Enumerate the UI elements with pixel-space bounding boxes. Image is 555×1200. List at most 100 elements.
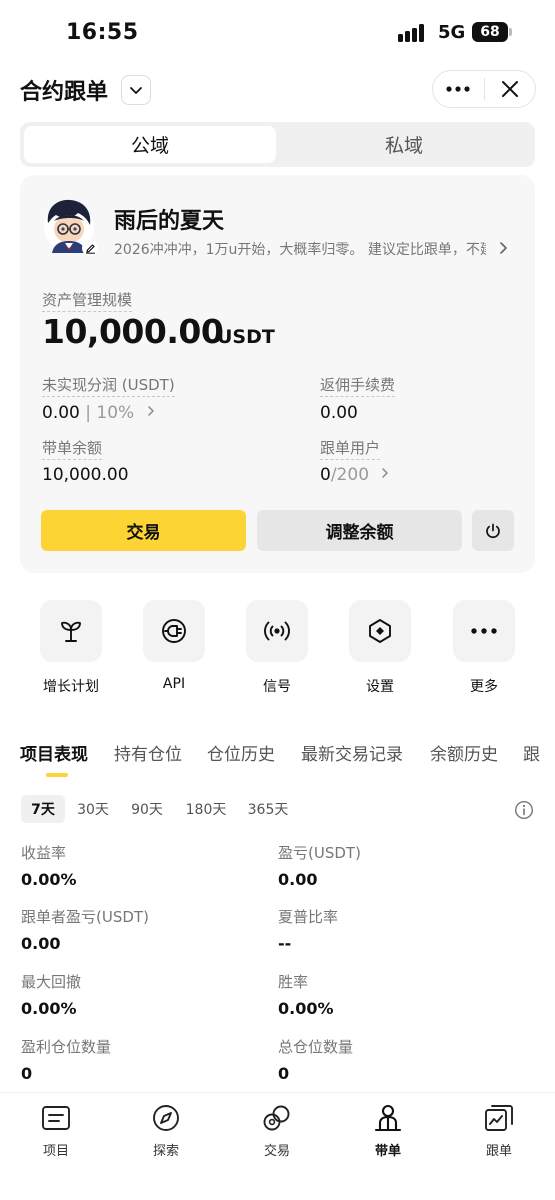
more-icon — [471, 628, 497, 634]
nav-explore[interactable]: 探索 — [126, 1101, 206, 1159]
signal-icon — [398, 24, 430, 42]
title-dropdown-button[interactable] — [121, 75, 151, 105]
list-card-icon — [42, 1106, 70, 1130]
action-label: 设置 — [366, 679, 394, 695]
copy-chart-icon — [485, 1105, 513, 1131]
followers-row[interactable]: 0/200 — [320, 465, 390, 485]
info-icon[interactable] — [514, 800, 534, 820]
stat-max-drawdown-value: 0.00% — [21, 999, 77, 1018]
chevron-right-icon — [382, 468, 389, 478]
stat-profitable-positions-label: 盈利仓位数量 — [21, 1038, 112, 1056]
lead-trader-card: 雨后的夏天 2026冲冲冲，1万u开始，大概率归零。 建议定比跟单，不建议固定金… — [20, 175, 535, 573]
battery-icon: 68 — [472, 22, 508, 42]
nav-label: 跟单 — [485, 1144, 512, 1159]
stat-roi-value: 0.00% — [21, 870, 77, 889]
adjust-balance-button[interactable]: 调整余额 — [257, 510, 462, 551]
action-label: API — [162, 676, 186, 692]
stat-sharpe-label: 夏普比率 — [278, 908, 339, 926]
stat-total-positions-value: 0 — [278, 1064, 290, 1083]
period-90d[interactable]: 90天 — [125, 795, 169, 823]
stat-roi-label: 收益率 — [21, 844, 67, 862]
period-180d[interactable]: 180天 — [180, 795, 232, 823]
lead-balance-label[interactable]: 带单余额 — [42, 437, 103, 460]
tab-balance-history[interactable]: 余额历史 — [430, 740, 498, 765]
lead-trader-icon — [374, 1104, 402, 1132]
broadcast-icon — [264, 621, 290, 641]
tab-positions[interactable]: 持有仓位 — [114, 740, 182, 765]
status-bar: 16:55 5G 68 — [0, 0, 555, 64]
action-label: 更多 — [470, 679, 498, 695]
action-more[interactable]: 更多 — [453, 600, 515, 695]
coins-swap-icon — [263, 1105, 290, 1131]
nav-label: 带单 — [374, 1144, 401, 1159]
stat-total-positions-label: 总仓位数量 — [278, 1038, 354, 1056]
action-label: 信号 — [263, 679, 291, 695]
tab-latest-trades[interactable]: 最新交易记录 — [301, 740, 403, 765]
stat-max-drawdown-label: 最大回撤 — [21, 973, 82, 991]
followers-value: 0 — [320, 465, 331, 485]
network-type: 5G — [438, 22, 466, 43]
compass-icon — [153, 1105, 179, 1131]
period-365d[interactable]: 365天 — [242, 795, 294, 823]
detail-tabs: 项目表现 持有仓位 仓位历史 最新交易记录 余额历史 跟 — [0, 738, 555, 778]
action-settings[interactable]: 设置 — [349, 600, 411, 695]
trader-bio[interactable]: 2026冲冲冲，1万u开始，大概率归零。 建议定比跟单，不建议固定金额跟单 — [114, 239, 486, 259]
bottom-nav: 项目 探索 交易 带单 跟单 — [0, 1092, 555, 1200]
segment-private[interactable]: 私域 — [278, 126, 530, 163]
tab-position-history[interactable]: 仓位历史 — [207, 740, 275, 765]
aum-label[interactable]: 资产管理规模 — [42, 289, 133, 312]
close-icon — [501, 81, 518, 97]
tab-performance[interactable]: 项目表现 — [20, 740, 88, 765]
settings-diamond-icon — [369, 619, 391, 643]
tab-active-indicator — [46, 773, 68, 777]
nav-label: 探索 — [152, 1144, 179, 1159]
stat-pnl-label: 盈亏(USDT) — [278, 844, 361, 862]
action-growth-plan[interactable]: 增长计划 — [40, 600, 102, 695]
aum-unit: USDT — [217, 326, 275, 348]
rebate-value: 0.00 — [320, 403, 358, 423]
rebate-label[interactable]: 返佣手续费 — [320, 374, 396, 397]
nav-projects[interactable]: 项目 — [16, 1101, 96, 1159]
unrealized-profit-row[interactable]: 0.00 | 10% — [42, 403, 156, 423]
nav-label: 交易 — [263, 1144, 290, 1159]
stat-win-rate-value: 0.00% — [278, 999, 334, 1018]
unrealized-profit-label[interactable]: 未实现分润 (USDT) — [42, 374, 175, 397]
close-button[interactable] — [484, 70, 535, 108]
period-30d[interactable]: 30天 — [71, 795, 115, 823]
plug-icon — [162, 619, 186, 643]
unrealized-profit-value: 0.00 — [42, 403, 80, 423]
nav-lead-trading[interactable]: 带单 — [348, 1101, 428, 1159]
pencil-icon — [85, 243, 95, 254]
action-label: 增长计划 — [43, 679, 99, 695]
nav-trade[interactable]: 交易 — [237, 1101, 317, 1159]
action-api[interactable]: API — [143, 600, 205, 692]
battery-cap — [509, 28, 512, 36]
profit-share-ratio: | 10% — [85, 403, 135, 423]
chevron-right-icon — [147, 406, 154, 416]
stat-profitable-positions-value: 0 — [21, 1064, 33, 1083]
stop-leading-button[interactable] — [472, 510, 514, 551]
power-icon — [486, 523, 500, 538]
aum-value: 10,000.00 — [42, 312, 224, 351]
stat-follower-pnl-value: 0.00 — [21, 934, 61, 953]
page-title: 合约跟单 — [20, 80, 109, 105]
segment-public[interactable]: 公域 — [24, 126, 276, 163]
followers-label[interactable]: 跟单用户 — [320, 437, 381, 460]
chevron-right-icon[interactable] — [498, 239, 510, 257]
period-7d[interactable]: 7天 — [21, 795, 65, 823]
stat-sharpe-value: -- — [278, 934, 292, 953]
miniapp-capsule — [432, 70, 536, 108]
status-time: 16:55 — [66, 20, 139, 45]
stat-follower-pnl-label: 跟单者盈亏(USDT) — [21, 908, 149, 926]
edit-avatar-button[interactable] — [82, 240, 98, 256]
lead-balance-value: 10,000.00 — [42, 465, 129, 485]
domain-segment: 公域 私域 — [20, 122, 535, 167]
chevron-down-icon — [130, 87, 142, 94]
stat-pnl-value: 0.00 — [278, 870, 318, 889]
tab-overflow[interactable]: 跟 — [523, 740, 540, 765]
nav-copy-trading[interactable]: 跟单 — [459, 1101, 539, 1159]
action-signal[interactable]: 信号 — [246, 600, 308, 695]
more-menu-button[interactable] — [433, 70, 484, 108]
trade-button[interactable]: 交易 — [41, 510, 246, 551]
nav-label: 项目 — [42, 1144, 69, 1159]
